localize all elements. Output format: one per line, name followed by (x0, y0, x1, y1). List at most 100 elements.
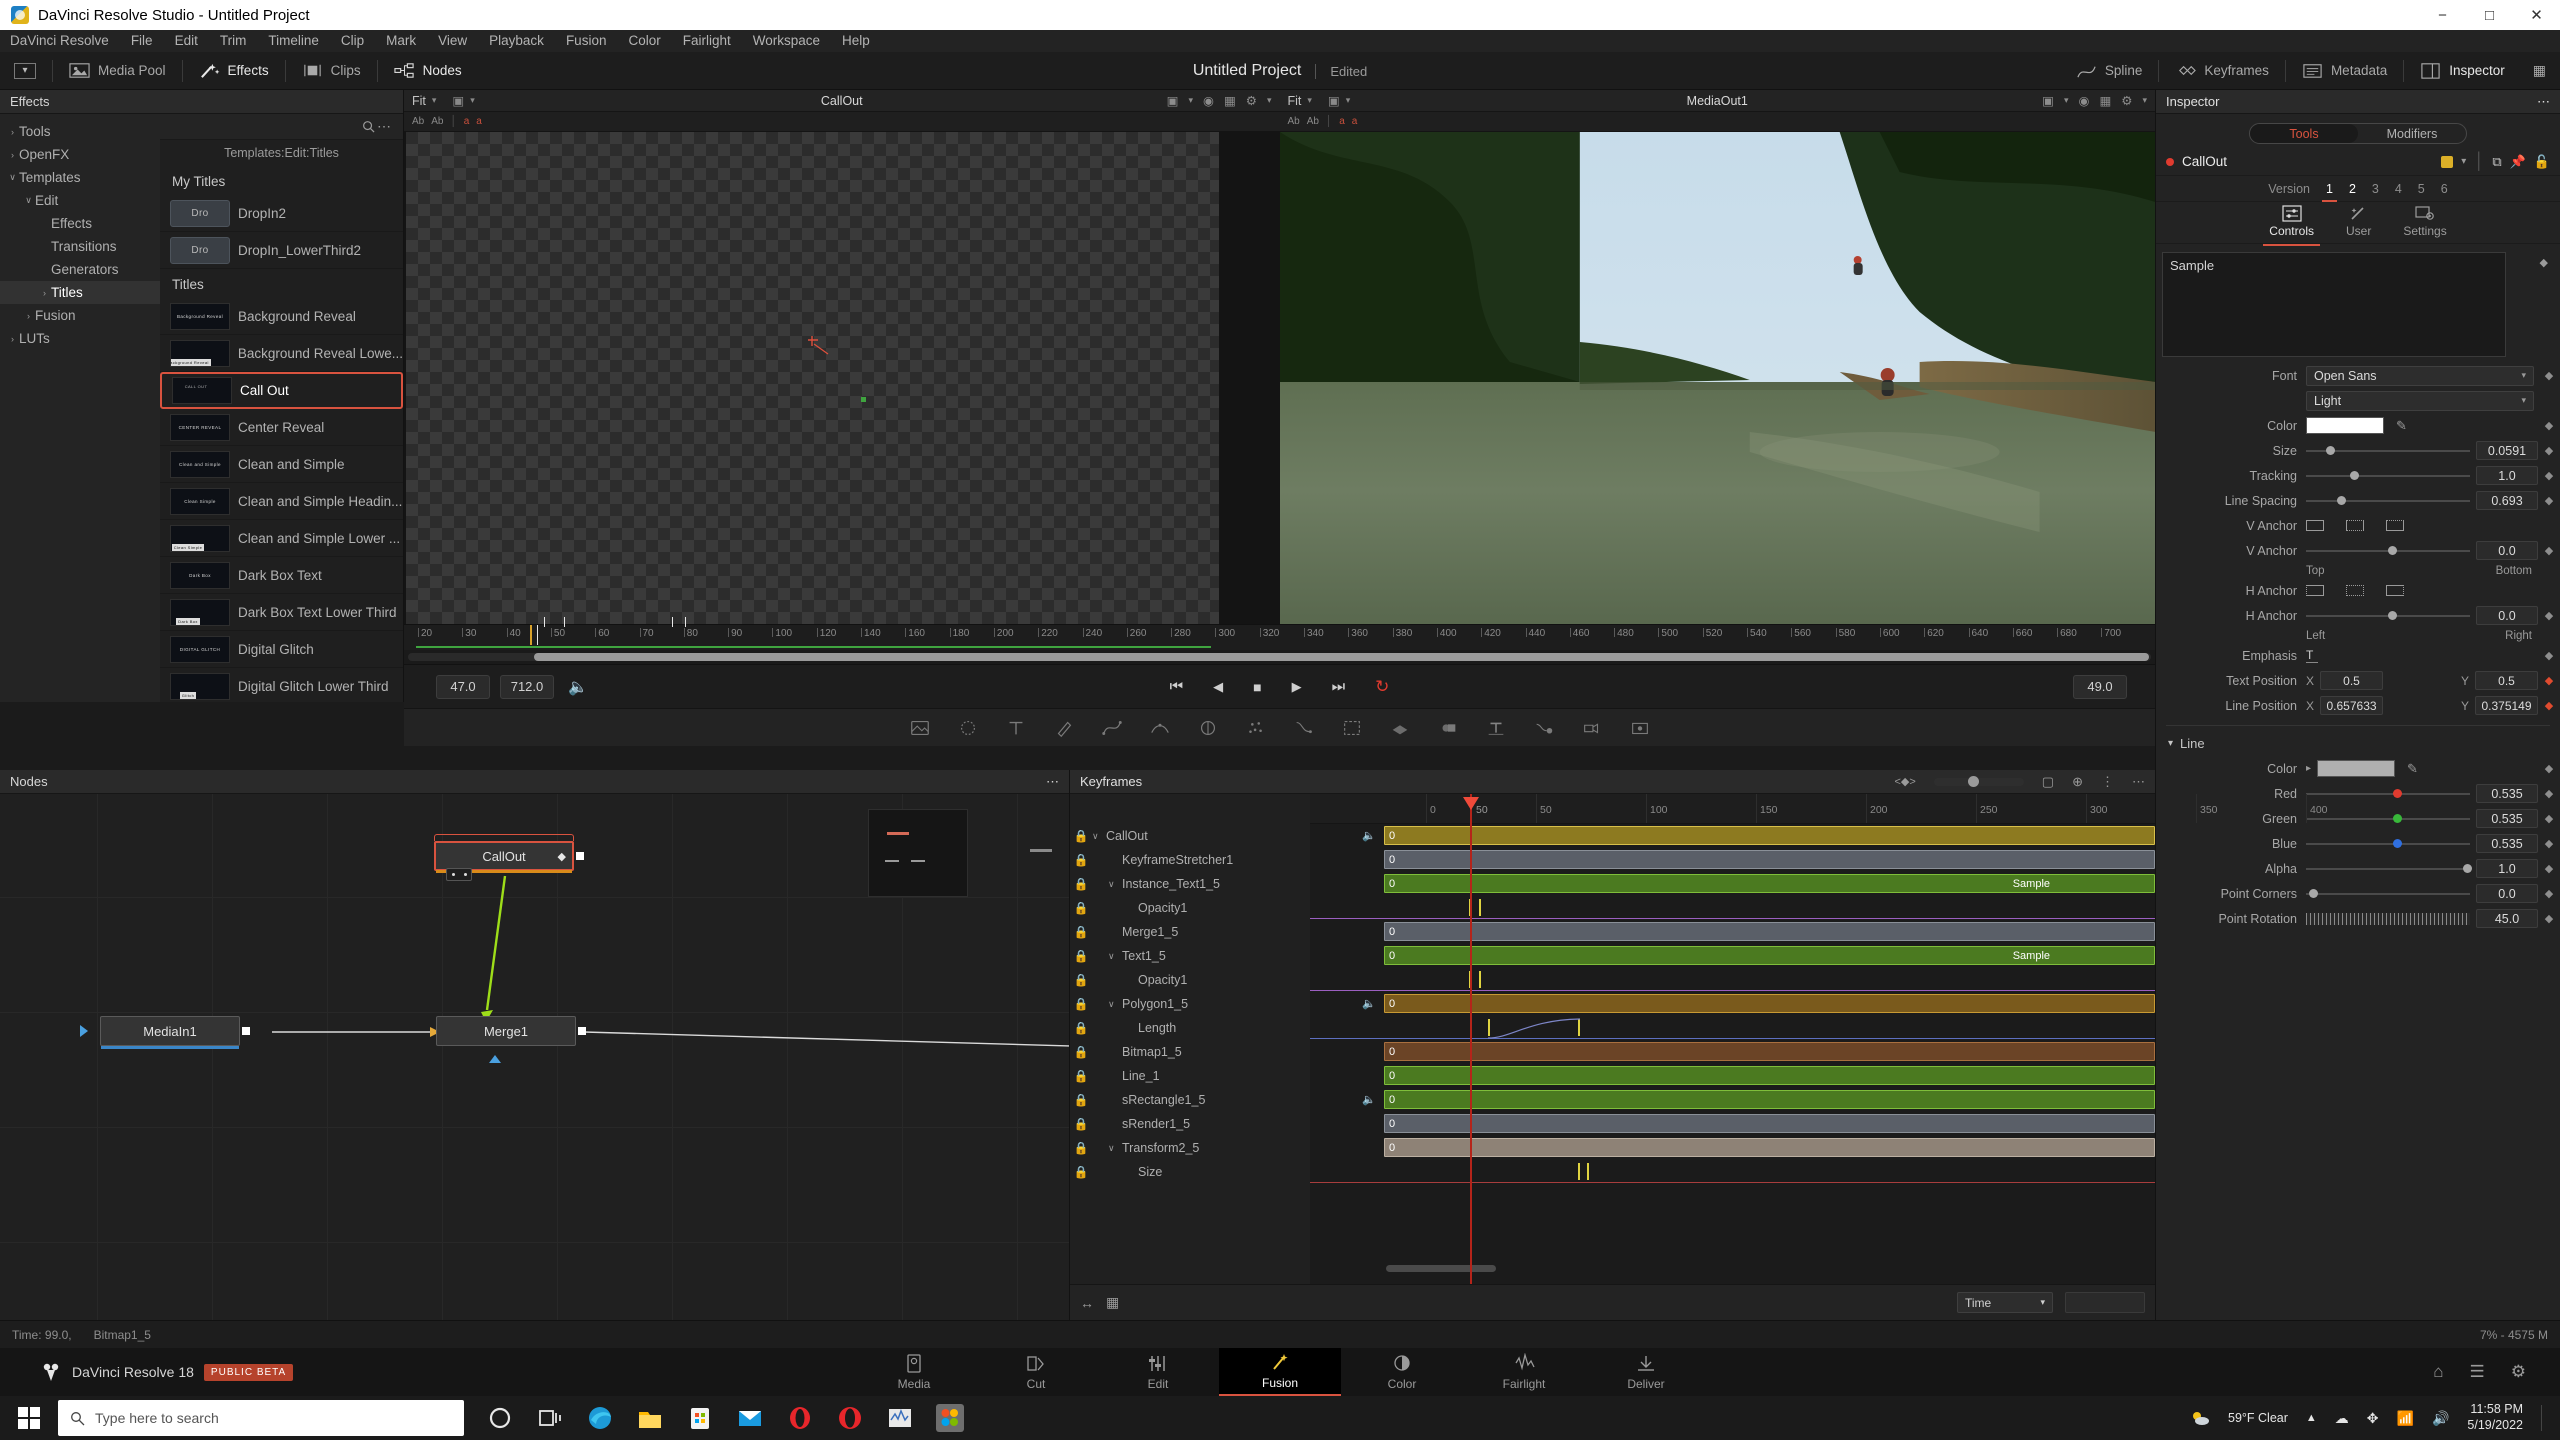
viewer-text-a-1[interactable]: a (1339, 116, 1345, 127)
keyframe-bar[interactable]: 0 (1384, 1090, 2155, 1109)
keyframe-track[interactable] (1310, 896, 2155, 920)
lock-icon[interactable]: 🔒 (1070, 1021, 1092, 1035)
toolbar-item-spline[interactable]: Spline (2062, 52, 2157, 90)
version-button-5[interactable]: 5 (2418, 182, 2425, 196)
menu-item-fusion[interactable]: Fusion (555, 30, 618, 52)
disclosure-arrow-icon[interactable]: ∨ (1108, 951, 1122, 962)
tool-blur-icon[interactable] (957, 717, 979, 739)
lock-icon[interactable]: 🔒 (1070, 1141, 1092, 1155)
slider-alpha[interactable] (2306, 859, 2473, 879)
tool-3d-transform-icon[interactable] (1533, 717, 1555, 739)
file-explorer-icon[interactable] (636, 1404, 664, 1432)
zoom-slider[interactable] (1933, 775, 2024, 787)
play-button[interactable]: ▶ (1292, 679, 1302, 695)
viewer-horizontal-scrollbar[interactable] (404, 650, 2155, 664)
effects-list-item[interactable]: CALL OUT Call Out (160, 372, 403, 409)
tool-enabled-indicator[interactable] (2166, 157, 2174, 166)
keyframe-track-name-keyframestretcher1[interactable]: 🔒 KeyframeStretcher1 (1070, 848, 1310, 872)
anchor-option-2[interactable] (2386, 520, 2404, 531)
weather-label[interactable]: 59°F Clear (2228, 1411, 2288, 1425)
viewer-split-icon[interactable]: ▣ (1167, 93, 1179, 108)
effects-tree-item-transitions[interactable]: Transitions (0, 235, 160, 258)
dial-point-rotation[interactable] (2306, 909, 2470, 929)
keyframe-track-name-callout[interactable]: 🔒 ∨ CallOut (1070, 824, 1310, 848)
audio-app-icon[interactable] (886, 1404, 914, 1432)
menu-item-color[interactable]: Color (617, 30, 671, 52)
tool-3d-text-icon[interactable] (1485, 717, 1507, 739)
value-field-x[interactable]: 0.657633 (2320, 696, 2384, 715)
viewer-timeline-ruler[interactable]: 20 30 40 50 60 70 80 90 100 120 140 160 180 200 220 240… (404, 617, 2155, 650)
nodes-options-icon[interactable]: ⋯ (1046, 774, 1059, 790)
minimize-button[interactable]: − (2419, 0, 2466, 30)
menu-item-davinci-resolve[interactable]: DaVinci Resolve (0, 30, 120, 52)
keyframe-track[interactable]: 0 (1310, 1064, 2155, 1088)
anchor-option-2[interactable] (2386, 585, 2404, 596)
lock-icon[interactable]: 🔒 (1070, 1069, 1092, 1083)
keyframe-track[interactable] (1310, 1016, 2155, 1040)
keyframe-track-name-opacity1[interactable]: 🔒 Opacity1 (1070, 896, 1310, 920)
version-button-4[interactable]: 4 (2395, 182, 2402, 196)
loop-button[interactable]: ↻ (1375, 677, 1389, 697)
keyframe-track-name-size[interactable]: 🔒 Size (1070, 1160, 1310, 1184)
node-graph-canvas[interactable]: MediaIn1 Merge1 CallOut ◆ (0, 794, 1069, 1320)
keyframe-track[interactable]: 0 (1310, 848, 2155, 872)
value-field[interactable]: 1.0 (2476, 859, 2538, 878)
viewer-split-icon[interactable]: ▣ (2042, 93, 2054, 108)
keyframe-track[interactable]: 0 (1310, 1040, 2155, 1064)
tool-3d-shape-icon[interactable] (1389, 717, 1411, 739)
menu-item-playback[interactable]: Playback (478, 30, 555, 52)
value-field[interactable]: 0.693 (2476, 491, 2538, 510)
inspector-tab-controls[interactable]: Controls (2263, 205, 2320, 246)
value-field[interactable]: 0.535 (2476, 809, 2538, 828)
keyframe-diamond-icon[interactable]: ◆ (2538, 494, 2560, 507)
keyframe-bar[interactable]: 0 (1384, 850, 2155, 869)
menu-item-fairlight[interactable]: Fairlight (672, 30, 742, 52)
value-field[interactable]: 0.0591 (2476, 441, 2538, 460)
effects-tree-item-templates[interactable]: ∨ Templates (0, 166, 160, 189)
keyframe-diamond-icon[interactable]: ◆ (2538, 862, 2560, 875)
audio-icon[interactable]: 🔈 (1362, 1093, 1376, 1106)
keyframe-track[interactable]: 0 (1310, 1136, 2155, 1160)
disclosure-arrow-icon[interactable]: › (6, 150, 19, 160)
left-viewer-canvas[interactable] (404, 132, 1280, 624)
keyframe-bar[interactable]: 0 (1384, 994, 2155, 1013)
viewer-fit-dropdown[interactable]: Fit (1288, 94, 1302, 108)
keyframe-diamond-icon[interactable]: ◆ (2538, 369, 2560, 382)
toolbar-item-effects[interactable]: Effects (185, 52, 283, 90)
chevron-down-icon[interactable]: ▾ (2461, 156, 2466, 167)
inspector-tab-user[interactable]: User (2346, 205, 2371, 243)
tool-color-swatch[interactable] (2441, 155, 2454, 168)
tool-particles-icon[interactable] (1245, 717, 1267, 739)
keyframe-bar[interactable]: 0 (1384, 1114, 2155, 1133)
keyframe-bar[interactable]: 0 (1384, 922, 2155, 941)
viewer-text-a-2[interactable]: a (476, 116, 482, 127)
keyframes-ruler[interactable]: 0 50 100 150 200 250 300 350 400 50 (1310, 794, 2328, 824)
version-button-2[interactable]: 2 (2349, 182, 2356, 196)
time-mode-dropdown[interactable]: Time ▾ (1957, 1292, 2053, 1313)
keyframe-diamond-icon[interactable]: ◆ (2538, 887, 2560, 900)
playhead-line[interactable] (1470, 794, 1472, 1284)
keyframe-marker[interactable] (1578, 1163, 1580, 1180)
first-frame-button[interactable]: ⏮ (1170, 678, 1184, 695)
chevron-down-icon[interactable]: ▾ (432, 95, 437, 106)
keyframe-diamond-icon[interactable]: ◆ (2538, 419, 2560, 432)
version-button-6[interactable]: 6 (2441, 182, 2448, 196)
toolbar-item-inspector[interactable]: Inspector (2406, 52, 2519, 90)
effects-list-item[interactable]: Clean and Simple Clean and Simple (160, 446, 403, 483)
lock-icon[interactable]: 🔒 (1070, 853, 1092, 867)
effects-tree-item-effects[interactable]: Effects (0, 212, 160, 235)
viewer-text-ab-1[interactable]: Ab (1288, 116, 1300, 127)
value-field[interactable]: 0.0 (2476, 884, 2538, 903)
tool-text-icon[interactable] (1005, 717, 1027, 739)
disclosure-arrow-icon[interactable]: › (6, 127, 19, 137)
davinci-resolve-taskbar-icon[interactable] (936, 1404, 964, 1432)
audio-icon[interactable]: 🔈 (1362, 997, 1376, 1010)
keyframe-diamond-icon[interactable]: ◆ (2538, 837, 2560, 850)
slider-h-anchor[interactable] (2306, 606, 2470, 626)
toolbar-item-media-pool[interactable]: Media Pool (55, 52, 180, 90)
menu-item-clip[interactable]: Clip (330, 30, 375, 52)
slider-line-spacing[interactable] (2306, 491, 2470, 511)
viewer-settings-icon[interactable]: ⚙ (1246, 93, 1257, 108)
grid-icon[interactable]: ▦ (1106, 1294, 1119, 1311)
lock-icon[interactable]: 🔒 (1070, 973, 1092, 987)
